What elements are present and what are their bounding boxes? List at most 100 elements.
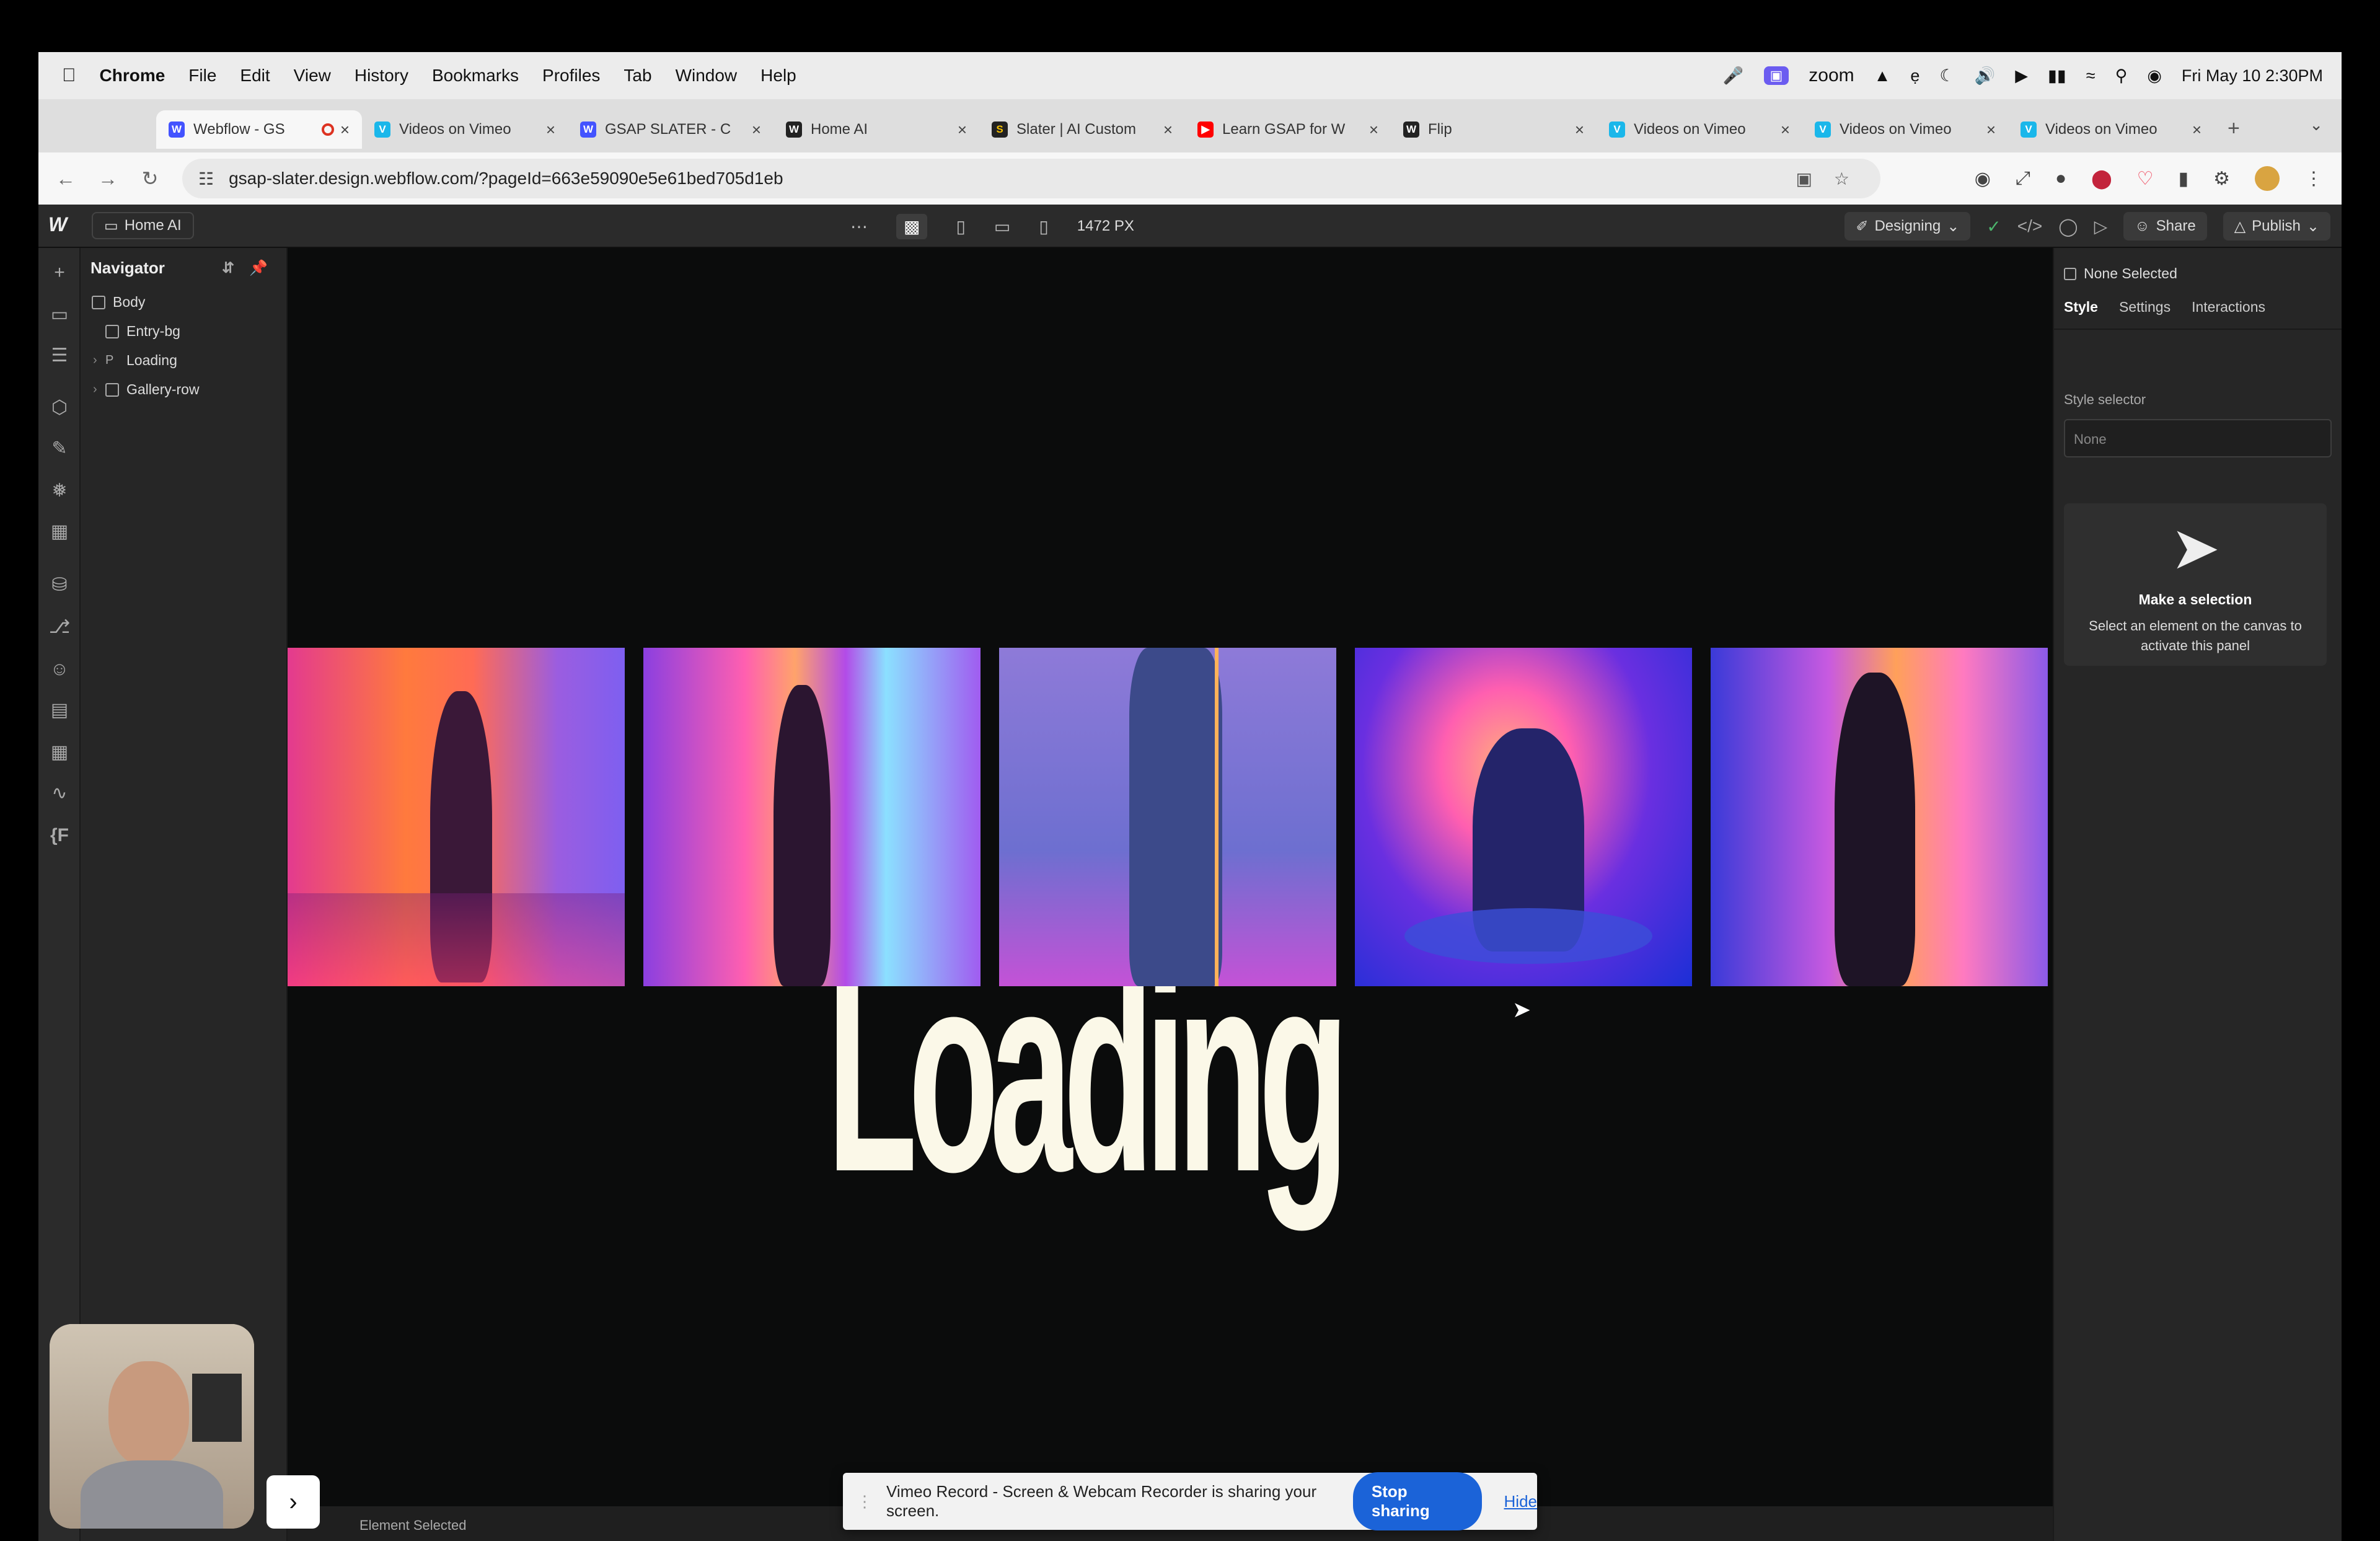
audit-icon[interactable]: ∿ — [48, 782, 71, 805]
close-tab-icon[interactable]: × — [752, 120, 761, 139]
add-elements-icon[interactable]: + — [48, 262, 71, 284]
webcam-bubble[interactable] — [50, 1324, 254, 1529]
navigator-item-gallery-row[interactable]: › Gallery-row — [81, 375, 286, 404]
designing-mode-dropdown[interactable]: ✐ Designing ⌄ — [1844, 212, 1971, 241]
cards-extension-icon[interactable]: ▮ — [2179, 168, 2189, 190]
tab-8[interactable]: V Videos on Vimeo × — [1802, 110, 2008, 149]
battery-icon[interactable]: ▮▮ — [2048, 66, 2066, 86]
wifi-icon[interactable]: ≈ — [2086, 66, 2096, 86]
expand-collapse-icon[interactable]: ⇵ — [222, 259, 234, 277]
cms-icon[interactable]: ⛁ — [48, 574, 71, 596]
close-tab-icon[interactable]: × — [546, 120, 555, 139]
more-menu-icon[interactable]: ⋮ — [2304, 168, 2323, 190]
tab-4[interactable]: S Slater | AI Custom × — [979, 110, 1185, 149]
pocket-extension-icon[interactable]: ♡ — [2137, 168, 2154, 190]
menu-tab[interactable]: Tab — [624, 66, 651, 86]
forward-icon[interactable]: → — [92, 167, 124, 190]
chevron-right-icon[interactable]: › — [93, 382, 105, 397]
share-button[interactable]: ☺ Share — [2123, 212, 2207, 241]
menu-window[interactable]: Window — [676, 66, 738, 86]
components-icon[interactable]: ⬡ — [48, 397, 71, 419]
ecommerce-icon[interactable]: ▤ — [48, 699, 71, 722]
gallery-image-3[interactable] — [999, 648, 1336, 986]
menu-profiles[interactable]: Profiles — [542, 66, 600, 86]
page-selector[interactable]: ▭ Home AI — [92, 212, 194, 239]
tablet-breakpoint-icon[interactable]: ▯ — [956, 216, 965, 237]
spotlight-search-icon[interactable]: ⚲ — [2115, 66, 2128, 86]
slater-icon[interactable]: {F — [48, 824, 71, 847]
code-icon[interactable]: </> — [2017, 216, 2042, 236]
menu-file[interactable]: File — [188, 66, 216, 86]
close-tab-icon[interactable]: × — [1163, 120, 1173, 139]
tab-settings[interactable]: Settings — [2119, 299, 2171, 316]
gallery-row[interactable] — [288, 648, 2053, 986]
moon-icon[interactable]: ☾ — [1939, 66, 1954, 86]
assets-icon[interactable]: ▦ — [48, 521, 71, 543]
play-circle-icon[interactable]: ▶ — [2015, 66, 2028, 86]
tab-9[interactable]: V Videos on Vimeo × — [2008, 110, 2214, 149]
menu-history[interactable]: History — [355, 66, 408, 86]
screen-share-icon[interactable]: ▣ — [1763, 66, 1789, 85]
gallery-image-2[interactable] — [643, 648, 981, 986]
users-icon[interactable]: ☺ — [48, 658, 71, 681]
bookmark-star-icon[interactable]: ☆ — [1834, 169, 1849, 189]
tab-3[interactable]: W Home AI × — [774, 110, 979, 149]
tab-2[interactable]: W GSAP SLATER - C × — [568, 110, 774, 149]
drive-icon[interactable]: ▲ — [1874, 66, 1891, 86]
menu-view[interactable]: View — [294, 66, 331, 86]
url-text[interactable]: gsap-slater.design.webflow.com/?pageId=6… — [229, 169, 783, 188]
gallery-image-5[interactable] — [1711, 648, 2048, 986]
close-tab-icon[interactable]: × — [2192, 120, 2202, 139]
close-tab-icon[interactable]: × — [958, 120, 967, 139]
control-center-icon[interactable]: ◉ — [2147, 66, 2162, 86]
microphone-icon[interactable]: 🎤 — [1723, 66, 1744, 86]
expand-extension-icon[interactable]: ⤢ — [2016, 168, 2030, 189]
back-icon[interactable]: ← — [50, 167, 82, 190]
profile-avatar-icon[interactable] — [2255, 166, 2280, 191]
variables-icon[interactable]: ❅ — [48, 480, 71, 502]
gallery-image-4[interactable] — [1355, 648, 1692, 986]
check-circle-icon[interactable]: ✓ — [1986, 216, 2001, 237]
mobile-landscape-breakpoint-icon[interactable]: ▭ — [994, 216, 1010, 237]
pin-icon[interactable]: 📌 — [249, 259, 268, 277]
desktop-breakpoint-icon[interactable]: ▩ — [896, 213, 928, 239]
bluetooth-icon[interactable]: ẹ — [1910, 66, 1919, 86]
preview-play-icon[interactable]: ▷ — [2094, 216, 2108, 237]
tab-5[interactable]: ▶ Learn GSAP for W × — [1185, 110, 1391, 149]
camera-blocked-icon[interactable]: ▣ — [1796, 169, 1812, 189]
expand-webcam-button[interactable]: › — [267, 1475, 320, 1529]
close-tab-icon[interactable]: × — [1986, 120, 1996, 139]
more-breakpoints-icon[interactable]: ⋯ — [850, 216, 868, 237]
navigator-item-entry-bg[interactable]: Entry-bg — [81, 317, 286, 346]
navigator-item-body[interactable]: Body — [81, 288, 286, 317]
person-extension-icon[interactable]: ● — [2055, 168, 2066, 189]
chevron-right-icon[interactable]: › — [93, 353, 105, 368]
publish-button[interactable]: △ Publish ⌄ — [2223, 212, 2330, 241]
navigator-icon[interactable]: ☰ — [48, 345, 71, 367]
tab-interactions[interactable]: Interactions — [2192, 299, 2265, 316]
tab-6[interactable]: W Flip × — [1391, 110, 1597, 149]
close-tab-icon[interactable]: × — [1781, 120, 1790, 139]
comment-icon[interactable]: ◯ — [2058, 216, 2078, 237]
tab-7[interactable]: V Videos on Vimeo × — [1597, 110, 1802, 149]
close-tab-icon[interactable]: × — [1369, 120, 1378, 139]
logic-icon[interactable]: ⎇ — [48, 616, 71, 638]
stop-sharing-button[interactable]: Stop sharing — [1352, 1472, 1482, 1530]
menu-bookmarks[interactable]: Bookmarks — [432, 66, 519, 86]
mobile-portrait-breakpoint-icon[interactable]: ▯ — [1039, 216, 1048, 237]
navigator-item-loading[interactable]: › P Loading — [81, 346, 286, 375]
apple-icon[interactable]:  — [62, 65, 76, 86]
style-guide-icon[interactable]: ✎ — [48, 438, 71, 460]
hide-link[interactable]: Hide — [1504, 1492, 1537, 1511]
menu-edit[interactable]: Edit — [240, 66, 270, 86]
new-tab-icon[interactable]: + — [2228, 117, 2240, 141]
apps-icon[interactable]: ▦ — [48, 741, 71, 764]
drag-handle-icon[interactable]: ⋮ — [857, 1492, 873, 1511]
menu-help[interactable]: Help — [760, 66, 796, 86]
tab-style[interactable]: Style — [2064, 299, 2098, 316]
style-selector-input[interactable]: None — [2064, 419, 2332, 457]
menu-app-chrome[interactable]: Chrome — [100, 66, 165, 86]
pages-icon[interactable]: ▭ — [48, 304, 71, 326]
tab-1[interactable]: V Videos on Vimeo × — [362, 110, 568, 149]
site-settings-icon[interactable]: ☷ — [198, 169, 214, 189]
